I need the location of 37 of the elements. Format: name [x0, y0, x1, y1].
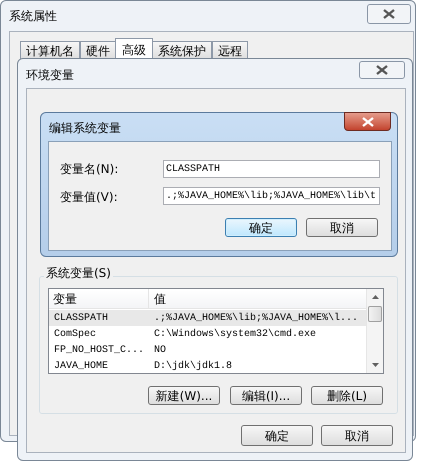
close-button[interactable] [359, 61, 405, 79]
table-cell-text: ComSpec [53, 328, 98, 342]
group-label: 系统变量(S) [44, 264, 113, 282]
scroll-down-icon[interactable] [372, 363, 379, 367]
list-row[interactable]: CLASSPATH .;%JAVA_HOME%\lib;%JAVA_HOME%\l... [49, 310, 366, 326]
table-cell-text: FP_NO_HOST_C... [53, 344, 146, 358]
field-label: 变量值(V): [60, 189, 118, 206]
button[interactable]: 确定 [225, 218, 297, 237]
dialog-title: 编辑系统变量 [49, 120, 121, 137]
tab[interactable]: 计算机名 [20, 41, 80, 60]
table-cell-text: JAVA_HOME [53, 360, 110, 373]
close-button[interactable] [344, 112, 391, 131]
button[interactable]: 确定 [241, 425, 313, 446]
close-icon [383, 9, 395, 19]
scrollbar[interactable] [366, 289, 383, 373]
close-button[interactable] [367, 4, 411, 24]
table-cell-text: CLASSPATH [53, 312, 110, 326]
table-cell-text: C:\Windows\system32\cmd.exe [153, 328, 316, 342]
input-field[interactable]: CLASSPATH [163, 160, 380, 178]
scrollbar-thumb[interactable] [368, 306, 382, 322]
window-title: 系统属性 [9, 8, 57, 25]
field-label: 变量名(N): [60, 161, 118, 178]
close-icon [362, 116, 374, 126]
button[interactable]: 取消 [306, 218, 378, 237]
table-cell-text: D:\jdk\jdk1.8 [153, 360, 232, 373]
button[interactable]: 编辑(I)... [230, 386, 302, 405]
input-field[interactable]: .;%JAVA_HOME%\lib;%JAVA_HOME%\lib\t [163, 187, 380, 205]
button[interactable]: 删除(L) [311, 386, 383, 405]
column-header[interactable]: 变量 [49, 289, 149, 308]
scroll-up-icon[interactable] [372, 295, 379, 299]
table-cell-text: .;%JAVA_HOME%\lib;%JAVA_HOME%\l... [153, 312, 358, 326]
button[interactable]: 取消 [321, 425, 393, 446]
close-icon [376, 65, 388, 75]
window-title: 环境变量 [26, 67, 74, 84]
table-cell-text: NO [153, 344, 166, 358]
button[interactable]: 新建(W)... [148, 386, 220, 405]
column-header[interactable]: 值 [149, 289, 366, 308]
